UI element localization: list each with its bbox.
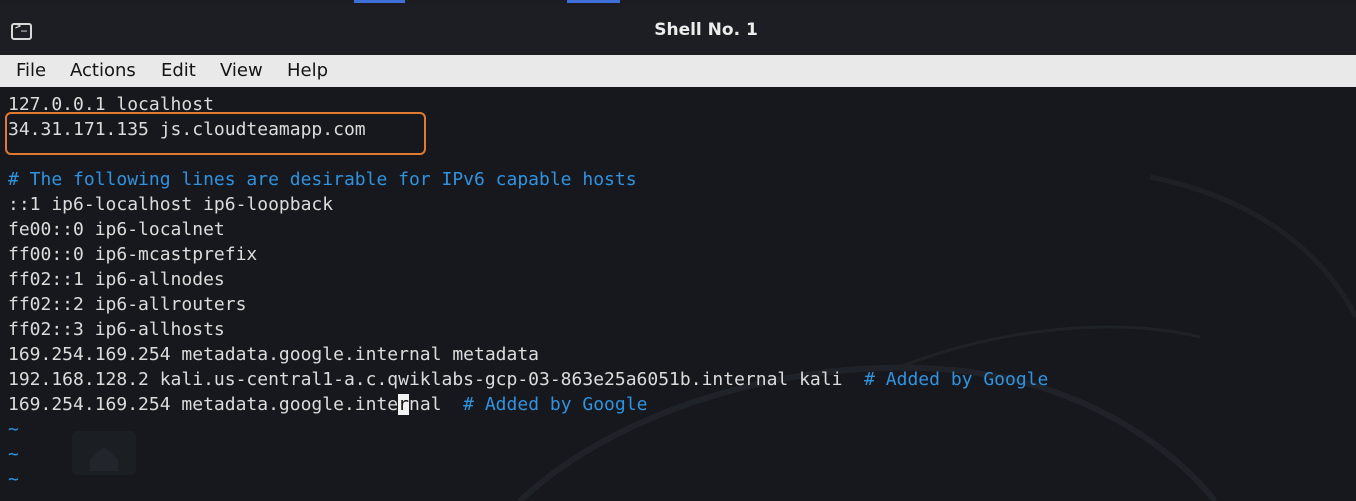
highlight-annotation-box	[5, 112, 426, 155]
tilde-marker: ~	[8, 444, 19, 465]
line-text: 169.254.169.254 metadata.google.inte	[8, 394, 399, 415]
line-text: nal	[408, 394, 464, 415]
line-text: 169.254.169.254 metadata.google.internal…	[8, 344, 540, 365]
menu-edit[interactable]: Edit	[161, 60, 196, 81]
tilde-marker: ~	[8, 419, 19, 440]
hosts-line: ::1 ip6-localhost ip6-loopback	[8, 192, 1048, 217]
menu-view[interactable]: View	[220, 60, 263, 81]
hosts-line: ff02::1 ip6-allnodes	[8, 267, 1048, 292]
text-cursor[interactable]: r	[398, 394, 409, 415]
hosts-line: ff02::3 ip6-allhosts	[8, 317, 1048, 342]
workspace-tab-indicator[interactable]	[567, 0, 620, 3]
line-comment: # Added by Google	[463, 394, 648, 415]
hosts-line: 192.168.128.2 kali.us-central1-a.c.qwikl…	[8, 367, 1048, 392]
comment-line: # The following lines are desirable for …	[8, 167, 1048, 192]
line-text: ::1 ip6-localhost ip6-loopback	[8, 194, 334, 215]
empty-buffer-line: ~	[8, 467, 1048, 492]
empty-buffer-line: ~	[8, 417, 1048, 442]
line-text: ff02::2 ip6-allrouters	[8, 294, 247, 315]
line-text: ff02::3 ip6-allhosts	[8, 319, 225, 340]
line-text: ff00::0 ip6-mcastprefix	[8, 244, 258, 265]
hosts-line: 169.254.169.254 metadata.google.internal…	[8, 342, 1048, 367]
terminal-area[interactable]: 127.0.0.1 localhost 34.31.171.135 js.clo…	[0, 87, 1356, 501]
title-bar: >_ Shell No. 1	[0, 6, 1356, 55]
line-text: fe00::0 ip6-localnet	[8, 219, 225, 240]
workspace-tab-indicator[interactable]	[354, 0, 405, 3]
menu-help[interactable]: Help	[287, 60, 328, 81]
menu-actions[interactable]: Actions	[70, 60, 136, 81]
hosts-line: ff00::0 ip6-mcastprefix	[8, 242, 1048, 267]
menu-bar: File Actions Edit View Help	[0, 55, 1356, 87]
hosts-line: fe00::0 ip6-localnet	[8, 217, 1048, 242]
window-title: Shell No. 1	[654, 20, 758, 40]
hosts-line-with-cursor: 169.254.169.254 metadata.google.internal…	[8, 392, 1048, 417]
empty-buffer-line: ~	[8, 442, 1048, 467]
line-text: ff02::1 ip6-allnodes	[8, 269, 225, 290]
hosts-line: ff02::2 ip6-allrouters	[8, 292, 1048, 317]
line-comment: # The following lines are desirable for …	[8, 169, 637, 190]
line-comment: # Added by Google	[864, 369, 1049, 390]
line-text: 192.168.128.2 kali.us-central1-a.c.qwikl…	[8, 369, 865, 390]
menu-file[interactable]: File	[16, 60, 46, 81]
tilde-marker: ~	[8, 469, 19, 490]
